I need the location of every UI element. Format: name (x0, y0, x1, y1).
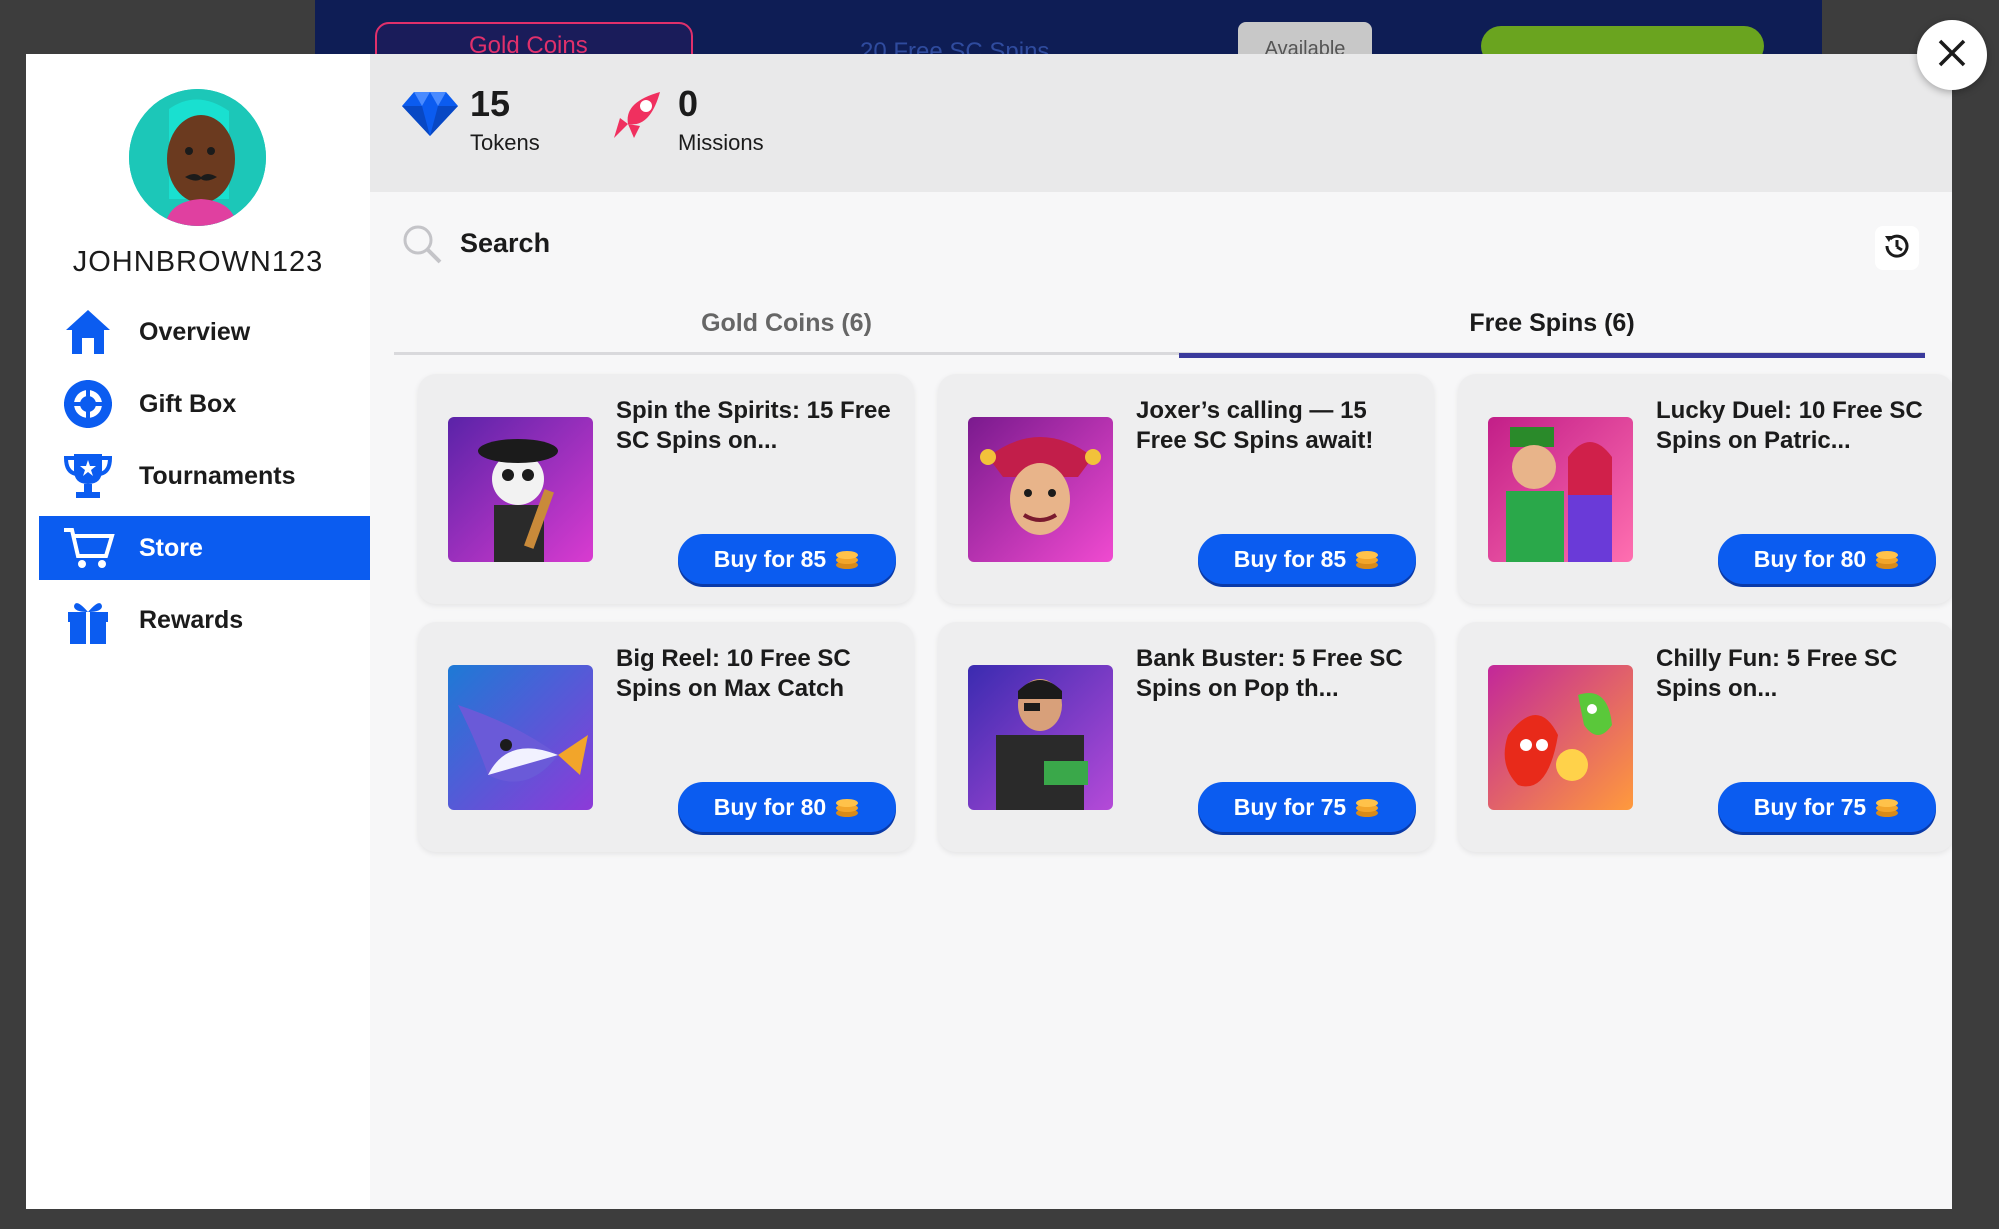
game-thumbnail[interactable] (1488, 665, 1633, 810)
product-card[interactable]: Bank Buster: 5 Free SC Spins on Pop th..… (938, 622, 1434, 852)
sidebar: JOHNBROWN123 Overview Gift Box Tournamen… (26, 54, 370, 1209)
cart-icon (59, 519, 117, 577)
close-icon (1936, 37, 1968, 74)
coin-icon (834, 796, 860, 818)
history-icon (1881, 230, 1913, 267)
stats-bar: 15 Tokens 0 Missions (370, 54, 1952, 192)
diamond-icon (402, 90, 458, 141)
product-title: Bank Buster: 5 Free SC Spins on Pop th..… (1136, 645, 1403, 702)
buy-button[interactable]: Buy for 85 (678, 534, 896, 584)
coin-icon (1354, 548, 1380, 570)
buy-button[interactable]: Buy for 85 (1198, 534, 1416, 584)
tab-free-spins[interactable]: Free Spins (6) (1179, 299, 1925, 358)
missions-label: Missions (678, 130, 764, 155)
coin-icon (1874, 548, 1900, 570)
avatar[interactable] (129, 89, 266, 226)
search-input[interactable]: Search (460, 228, 550, 259)
main-panel: 15 Tokens 0 Missions Search Gold Coins (… (370, 54, 1952, 1209)
tokens-value: 15 (470, 83, 511, 124)
game-thumbnail[interactable] (968, 417, 1113, 562)
search-bar[interactable]: Search (370, 192, 1952, 296)
house-icon (59, 303, 117, 361)
coin-icon (1874, 796, 1900, 818)
missions-value: 0 (678, 83, 699, 124)
trophy-icon (59, 447, 117, 505)
nav-item-overview[interactable]: Overview (39, 300, 370, 364)
nav-label: Gift Box (139, 389, 237, 418)
buy-button[interactable]: Buy for 75 (1198, 782, 1416, 832)
present-icon (59, 591, 117, 649)
missions-stat: 0 Missions (610, 86, 764, 156)
nav-label: Tournaments (139, 461, 296, 490)
product-card[interactable]: Joxer’s calling — 15 Free SC Spins await… (938, 374, 1434, 604)
buy-button[interactable]: Buy for 80 (1718, 534, 1936, 584)
game-thumbnail[interactable] (448, 417, 593, 562)
coin-icon (1354, 796, 1380, 818)
rocket-icon (610, 88, 664, 147)
tokens-stat: 15 Tokens (402, 86, 540, 156)
search-icon (400, 222, 444, 271)
nav-item-tournaments[interactable]: Tournaments (39, 444, 370, 508)
game-thumbnail[interactable] (968, 665, 1113, 810)
product-card[interactable]: Lucky Duel: 10 Free SC Spins on Patric..… (1458, 374, 1952, 604)
product-title: Lucky Duel: 10 Free SC Spins on Patric..… (1656, 397, 1923, 454)
game-thumbnail[interactable] (448, 665, 593, 810)
coin-icon (834, 548, 860, 570)
product-title: Big Reel: 10 Free SC Spins on Max Catch (616, 645, 851, 702)
buy-button[interactable]: Buy for 75 (1718, 782, 1936, 832)
buy-button[interactable]: Buy for 80 (678, 782, 896, 832)
account-modal: JOHNBROWN123 Overview Gift Box Tournamen… (26, 54, 1952, 1209)
nav-item-rewards[interactable]: Rewards (39, 588, 370, 652)
history-button[interactable] (1875, 226, 1919, 270)
nav-label: Store (139, 533, 203, 562)
nav-label: Rewards (139, 605, 244, 634)
tab-bar: Gold Coins (6) Free Spins (6) (394, 299, 1925, 358)
product-title: Spin the Spirits: 15 Free SC Spins on... (616, 397, 891, 454)
close-button[interactable] (1917, 20, 1987, 90)
product-card[interactable]: Big Reel: 10 Free SC Spins on Max Catch … (418, 622, 914, 852)
game-thumbnail[interactable] (1488, 417, 1633, 562)
product-title: Chilly Fun: 5 Free SC Spins on... (1656, 645, 1898, 702)
product-card[interactable]: Chilly Fun: 5 Free SC Spins on... Buy fo… (1458, 622, 1952, 852)
tokens-label: Tokens (470, 130, 540, 155)
tab-gold-coins[interactable]: Gold Coins (6) (394, 299, 1179, 355)
gift-box-icon (59, 375, 117, 433)
product-card[interactable]: Spin the Spirits: 15 Free SC Spins on...… (418, 374, 914, 604)
product-title: Joxer’s calling — 15 Free SC Spins await… (1136, 397, 1374, 454)
nav-item-gift-box[interactable]: Gift Box (39, 372, 370, 436)
nav-label: Overview (139, 317, 251, 346)
username: JOHNBROWN123 (72, 246, 324, 278)
nav-item-store[interactable]: Store (39, 516, 370, 580)
